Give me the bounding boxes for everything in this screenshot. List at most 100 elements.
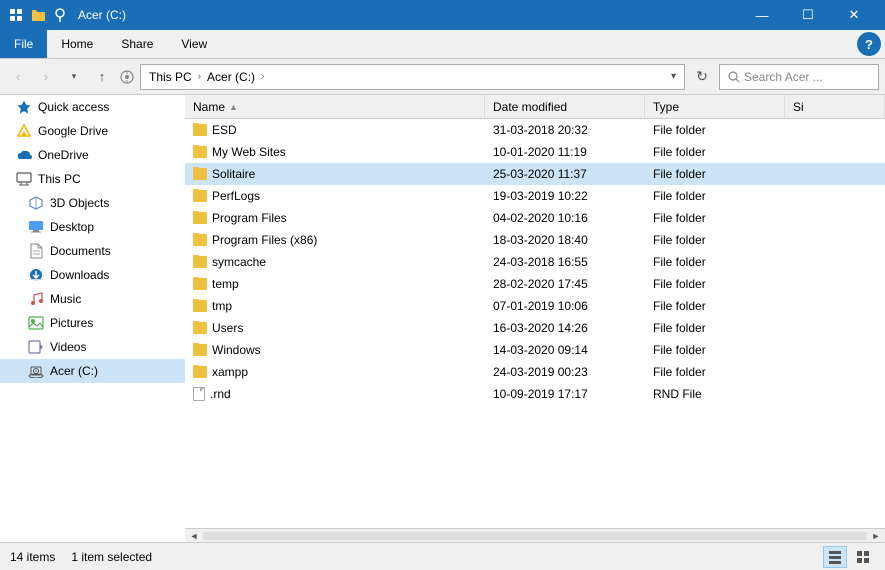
- tab-share[interactable]: Share: [107, 30, 167, 58]
- hscroll-right-btn[interactable]: ►: [869, 529, 883, 543]
- col-header-size[interactable]: Si: [785, 95, 885, 118]
- hscroll-left-btn[interactable]: ◄: [187, 529, 201, 543]
- sidebar-item-acer-c[interactable]: Acer (C:): [0, 359, 185, 383]
- col-size-label: Si: [793, 100, 804, 114]
- file-row[interactable]: Users16-03-2020 14:26File folder: [185, 317, 885, 339]
- maximize-button[interactable]: ☐: [785, 0, 831, 30]
- details-view-button[interactable]: [823, 546, 847, 568]
- statusbar: 14 items 1 item selected: [0, 542, 885, 570]
- sidebar-item-onedrive[interactable]: OneDrive: [0, 143, 185, 167]
- sidebar-item-documents[interactable]: Documents: [0, 239, 185, 263]
- address-dropdown-arrow[interactable]: ▾: [671, 71, 676, 82]
- file-row[interactable]: temp28-02-2020 17:45File folder: [185, 273, 885, 295]
- folder-icon: [193, 322, 207, 334]
- horizontal-scrollbar[interactable]: ◄ ►: [185, 528, 885, 542]
- main-area: Quick access Google Drive: [0, 95, 885, 542]
- file-cell-name: symcache: [185, 255, 485, 269]
- desktop-icon: [28, 219, 44, 235]
- col-date-label: Date modified: [493, 100, 567, 114]
- sidebar-item-videos[interactable]: Videos: [0, 335, 185, 359]
- file-row[interactable]: Solitaire25-03-2020 11:37File folder: [185, 163, 885, 185]
- file-cell-name: My Web Sites: [185, 145, 485, 159]
- addressbar: ‹ › ▾ ↑ This PC › Acer (C:) › ▾ ↻ Search…: [0, 59, 885, 95]
- file-cell-type: RND File: [645, 387, 785, 401]
- sidebar-pictures-label: Pictures: [50, 316, 93, 330]
- file-row[interactable]: PerfLogs19-03-2019 10:22File folder: [185, 185, 885, 207]
- sidebar-documents-label: Documents: [50, 244, 111, 258]
- folder-icon: [193, 146, 207, 158]
- file-cell-date: 18-03-2020 18:40: [485, 233, 645, 247]
- file-cell-name: temp: [185, 277, 485, 291]
- sidebar-item-downloads[interactable]: Downloads: [0, 263, 185, 287]
- file-cell-name: Users: [185, 321, 485, 335]
- sidebar-item-music[interactable]: Music: [0, 287, 185, 311]
- sidebar: Quick access Google Drive: [0, 95, 185, 542]
- ribbon-tabs: File Home Share View ?: [0, 30, 885, 58]
- sidebar-item-pictures[interactable]: Pictures: [0, 311, 185, 335]
- file-name-text: temp: [212, 277, 239, 291]
- tab-file[interactable]: File: [0, 30, 47, 58]
- sidebar-item-desktop[interactable]: Desktop: [0, 215, 185, 239]
- file-cell-date: 24-03-2018 16:55: [485, 255, 645, 269]
- tab-view[interactable]: View: [167, 30, 221, 58]
- file-row[interactable]: .rnd10-09-2019 17:17RND File: [185, 383, 885, 405]
- sidebar-item-quick-access[interactable]: Quick access: [0, 95, 185, 119]
- file-row[interactable]: Program Files (x86) 18-03-2020 18:40File …: [185, 229, 885, 251]
- refresh-button[interactable]: ↻: [689, 64, 715, 90]
- folder-icon: [193, 212, 207, 224]
- col-header-date[interactable]: Date modified: [485, 95, 645, 118]
- tab-home[interactable]: Home: [47, 30, 107, 58]
- filelist-body[interactable]: ESD31-03-2018 20:32File folderMy Web Sit…: [185, 119, 885, 528]
- folder-icon: [193, 168, 207, 180]
- file-row[interactable]: Windows14-03-2020 09:14File folder: [185, 339, 885, 361]
- col-header-type[interactable]: Type: [645, 95, 785, 118]
- file-cell-type: File folder: [645, 255, 785, 269]
- file-cell-type: File folder: [645, 123, 785, 137]
- sidebar-item-3d-objects[interactable]: 3D Objects: [0, 191, 185, 215]
- sidebar-item-this-pc[interactable]: This PC: [0, 167, 185, 191]
- file-cell-name: ESD: [185, 123, 485, 137]
- file-cell-type: File folder: [645, 365, 785, 379]
- hscroll-track[interactable]: [203, 532, 867, 540]
- sidebar-scroll[interactable]: Quick access Google Drive: [0, 95, 185, 542]
- onedrive-icon: [16, 147, 32, 163]
- sidebar-item-google-drive[interactable]: Google Drive: [0, 119, 185, 143]
- file-cell-date: 04-02-2020 10:16: [485, 211, 645, 225]
- file-cell-date: 25-03-2020 11:37: [485, 167, 645, 181]
- file-row[interactable]: My Web Sites10-01-2020 11:19File folder: [185, 141, 885, 163]
- file-cell-date: 10-01-2020 11:19: [485, 145, 645, 159]
- file-row[interactable]: tmp07-01-2019 10:06File folder: [185, 295, 885, 317]
- close-button[interactable]: ✕: [831, 0, 877, 30]
- file-row[interactable]: xampp24-03-2019 00:23File folder: [185, 361, 885, 383]
- col-header-name[interactable]: Name ▲: [185, 95, 485, 118]
- tiles-view-button[interactable]: [851, 546, 875, 568]
- file-name-text: .rnd: [210, 387, 231, 401]
- file-cell-name: xampp: [185, 365, 485, 379]
- ribbon: File Home Share View ?: [0, 30, 885, 59]
- back-button[interactable]: ‹: [6, 65, 30, 89]
- address-this-pc: This PC: [149, 70, 192, 84]
- file-cell-type: File folder: [645, 343, 785, 357]
- forward-button[interactable]: ›: [34, 65, 58, 89]
- music-icon: [28, 291, 44, 307]
- sidebar-acer-c-label: Acer (C:): [50, 364, 98, 378]
- titlebar: Acer (C:) — ☐ ✕: [0, 0, 885, 30]
- help-button[interactable]: ?: [857, 32, 881, 56]
- up-button[interactable]: ↑: [90, 65, 114, 89]
- search-box[interactable]: Search Acer ...: [719, 64, 879, 90]
- downloads-icon: [28, 267, 44, 283]
- location-icon: [118, 68, 136, 86]
- folder-icon: [193, 256, 207, 268]
- file-name-text: Program Files (x86): [212, 233, 317, 247]
- file-row[interactable]: symcache24-03-2018 16:55File folder: [185, 251, 885, 273]
- file-row[interactable]: ESD31-03-2018 20:32File folder: [185, 119, 885, 141]
- file-cell-type: File folder: [645, 167, 785, 181]
- address-box[interactable]: This PC › Acer (C:) › ▾: [140, 64, 685, 90]
- minimize-button[interactable]: —: [739, 0, 785, 30]
- sidebar-quick-access-label: Quick access: [38, 100, 109, 114]
- file-cell-type: File folder: [645, 233, 785, 247]
- titlebar-icons: [8, 7, 68, 23]
- file-row[interactable]: Program Files04-02-2020 10:16File folder: [185, 207, 885, 229]
- item-count: 14 items: [10, 550, 55, 564]
- dropdown-button[interactable]: ▾: [62, 65, 86, 89]
